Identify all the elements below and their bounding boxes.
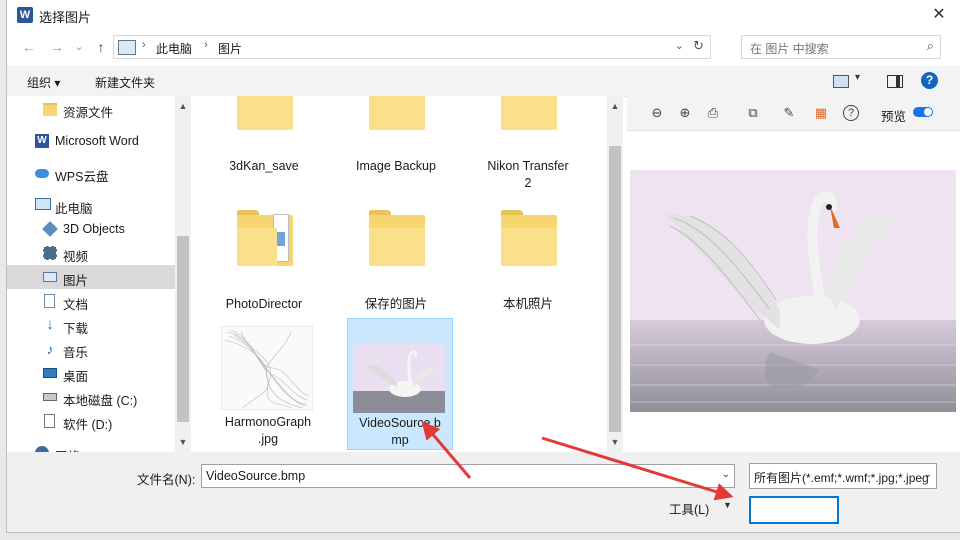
annotation-arrow bbox=[421, 421, 472, 479]
annotation-arrows bbox=[421, 421, 734, 501]
annotation-arrow bbox=[541, 436, 734, 501]
